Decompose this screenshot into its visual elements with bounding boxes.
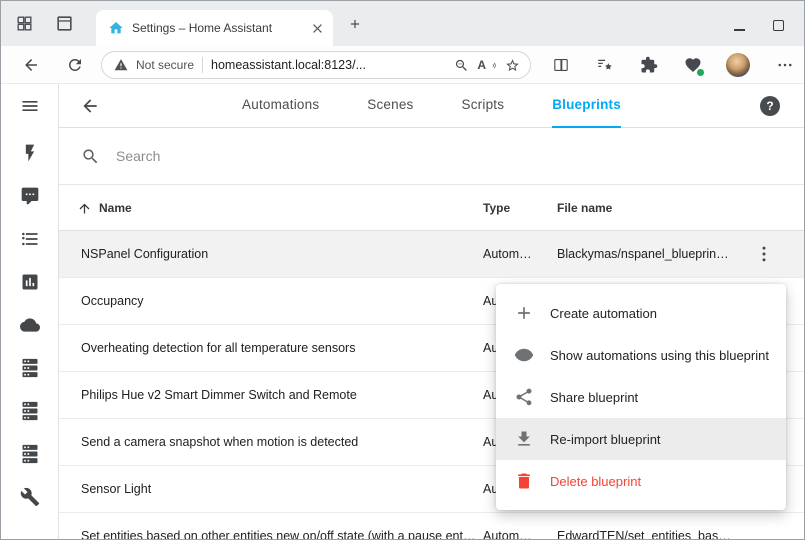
home-assistant-favicon bbox=[108, 20, 124, 36]
workspaces-icon[interactable] bbox=[15, 14, 34, 33]
favorite-star-icon[interactable] bbox=[505, 58, 520, 73]
tab-scenes[interactable]: Scenes bbox=[367, 84, 413, 128]
server-icon-1[interactable] bbox=[20, 358, 40, 378]
row-type: Autom… bbox=[483, 513, 532, 539]
table-header: Name Type File name bbox=[59, 185, 804, 231]
column-header-name[interactable]: Name bbox=[99, 185, 132, 231]
not-secure-warning-icon bbox=[114, 58, 128, 72]
row-file: EdwardTEN/set_entities_bas… bbox=[557, 513, 757, 539]
eye-icon bbox=[514, 345, 534, 365]
search-input[interactable] bbox=[116, 148, 536, 164]
home-assistant-app: Automations Scenes Scripts Blueprints ? … bbox=[1, 84, 804, 539]
browser-titlebar: Settings – Home Assistant bbox=[1, 1, 804, 46]
browser-navbar: Not secure homeassistant.local:8123/... … bbox=[1, 46, 804, 84]
wrench-icon[interactable] bbox=[20, 487, 40, 507]
minimize-icon[interactable] bbox=[734, 29, 745, 31]
row-name: Philips Hue v2 Smart Dimmer Switch and R… bbox=[81, 372, 477, 419]
browser-menu-icon[interactable] bbox=[776, 56, 794, 74]
maximize-icon[interactable] bbox=[773, 20, 784, 31]
tab-close-icon[interactable] bbox=[310, 21, 325, 36]
url-text: homeassistant.local:8123/... bbox=[211, 58, 446, 72]
browser-tab[interactable]: Settings – Home Assistant bbox=[96, 10, 333, 46]
tab-title: Settings – Home Assistant bbox=[132, 21, 310, 35]
server-icon-3[interactable] bbox=[20, 444, 40, 464]
row-name: Set entities based on other entities new… bbox=[81, 513, 477, 539]
search-bar[interactable] bbox=[59, 128, 804, 185]
row-file: Blackymas/nspanel_blueprin… bbox=[557, 231, 757, 278]
favorites-hub-icon[interactable] bbox=[596, 56, 614, 74]
row-name: Sensor Light bbox=[81, 466, 477, 513]
address-divider bbox=[202, 57, 203, 73]
menu-item-delete-blueprint[interactable]: Delete blueprint bbox=[496, 460, 786, 502]
tab-blueprints[interactable]: Blueprints bbox=[552, 84, 621, 128]
blueprint-context-menu: Create automation Show automations using… bbox=[496, 284, 786, 510]
delete-icon bbox=[514, 471, 534, 491]
read-aloud-letter: A bbox=[477, 58, 486, 72]
menu-item-reimport-blueprint[interactable]: Re-import blueprint bbox=[496, 418, 786, 460]
search-icon bbox=[81, 147, 100, 166]
browser-window: Settings – Home Assistant Not secure hom… bbox=[0, 0, 805, 540]
share-icon bbox=[514, 387, 534, 407]
security-label: Not secure bbox=[136, 58, 194, 72]
essentials-status-badge bbox=[696, 68, 705, 77]
menu-item-label: Delete blueprint bbox=[550, 474, 641, 489]
menu-item-show-automations[interactable]: Show automations using this blueprint bbox=[496, 334, 786, 376]
menu-item-label: Re-import blueprint bbox=[550, 432, 661, 447]
menu-item-share-blueprint[interactable]: Share blueprint bbox=[496, 376, 786, 418]
tab-actions-icon[interactable] bbox=[55, 14, 74, 33]
chart-icon[interactable] bbox=[20, 272, 40, 292]
address-bar[interactable]: Not secure homeassistant.local:8123/... … bbox=[101, 51, 531, 79]
server-icon-2[interactable] bbox=[20, 401, 40, 421]
menu-item-create-automation[interactable]: Create automation bbox=[496, 292, 786, 334]
download-icon bbox=[514, 429, 534, 449]
row-name: Send a camera snapshot when motion is de… bbox=[81, 419, 477, 466]
extensions-icon[interactable] bbox=[640, 56, 658, 74]
column-header-type[interactable]: Type bbox=[483, 185, 510, 231]
menu-item-label: Create automation bbox=[550, 306, 657, 321]
read-aloud-icon[interactable]: A bbox=[477, 58, 497, 72]
new-tab-icon[interactable] bbox=[348, 17, 362, 31]
ha-sidebar bbox=[1, 84, 59, 539]
row-name: NSPanel Configuration bbox=[81, 231, 477, 278]
row-type: Autom… bbox=[483, 231, 532, 278]
menu-icon[interactable] bbox=[20, 96, 40, 116]
ha-header: Automations Scenes Scripts Blueprints ? bbox=[59, 84, 804, 128]
chat-icon[interactable] bbox=[20, 186, 40, 206]
split-screen-icon[interactable] bbox=[552, 56, 570, 74]
tab-automations[interactable]: Automations bbox=[242, 84, 319, 128]
sort-ascending-icon[interactable] bbox=[77, 201, 92, 216]
help-icon[interactable]: ? bbox=[760, 96, 780, 116]
row-overflow-icon[interactable] bbox=[754, 244, 774, 264]
ha-tab-bar: Automations Scenes Scripts Blueprints bbox=[59, 84, 804, 128]
row-name: Occupancy bbox=[81, 278, 477, 325]
browser-essentials-icon[interactable] bbox=[684, 56, 702, 74]
back-icon[interactable] bbox=[22, 56, 40, 74]
column-header-file[interactable]: File name bbox=[557, 185, 612, 231]
list-icon[interactable] bbox=[20, 229, 40, 249]
profile-avatar[interactable] bbox=[726, 53, 750, 77]
row-name: Overheating detection for all temperatur… bbox=[81, 325, 477, 372]
table-row[interactable]: Set entities based on other entities new… bbox=[59, 513, 804, 539]
refresh-icon[interactable] bbox=[66, 56, 84, 74]
menu-item-label: Share blueprint bbox=[550, 390, 638, 405]
lightning-icon[interactable] bbox=[20, 143, 40, 163]
plus-icon bbox=[514, 303, 534, 323]
table-row[interactable]: NSPanel Configuration Autom… Blackymas/n… bbox=[59, 231, 804, 278]
cloud-icon[interactable] bbox=[20, 315, 40, 335]
zoom-out-icon[interactable] bbox=[454, 58, 469, 73]
tab-scripts[interactable]: Scripts bbox=[462, 84, 505, 128]
menu-item-label: Show automations using this blueprint bbox=[550, 348, 769, 363]
